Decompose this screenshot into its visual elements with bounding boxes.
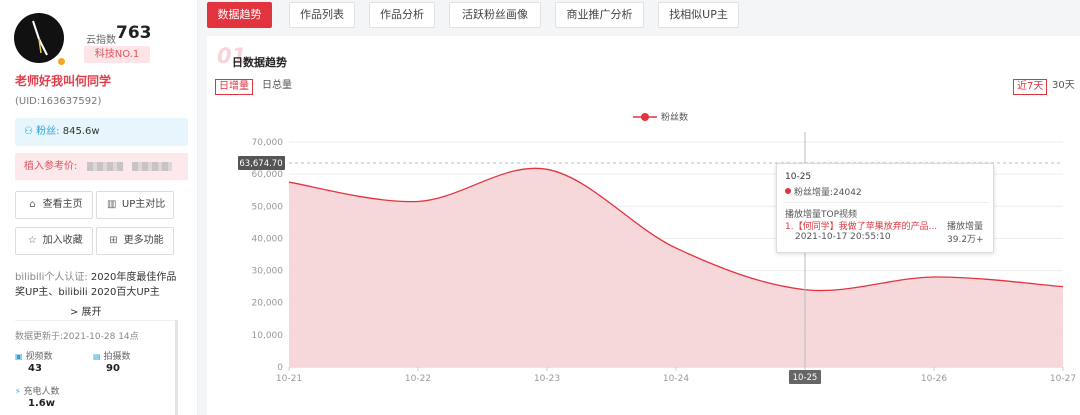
cert-line2: 奖UP主、bilibili 2020百大UP主 — [15, 287, 160, 298]
compare-up-button[interactable]: ▥ UP主对比 — [96, 191, 174, 219]
certification: bilibili个人认证: 2020年度最佳作品 奖UP主、bilibili 2… — [15, 270, 187, 300]
verified-badge-icon — [56, 56, 67, 67]
tab-works-analysis[interactable]: 作品分析 — [369, 2, 435, 28]
fans-icon: ⚇ — [24, 126, 33, 137]
quote-box: 植入参考价: — [15, 153, 188, 180]
button-label: 更多功能 — [123, 235, 164, 246]
view-homepage-button[interactable]: ⌂ 查看主页 — [15, 191, 93, 219]
button-label: UP主对比 — [121, 199, 166, 210]
trend-panel: 01 日数据趋势 日增量 日总量 近7天 30天 0 10,000 20,000 30… — [207, 36, 1080, 415]
divider — [15, 320, 175, 321]
charge-count-value: 1.6w — [28, 398, 55, 409]
star-icon: ☆ — [27, 235, 37, 246]
chart-tooltip: 10-25 粉丝增量:24042 播放增量TOP视频 1.【何同学】我做了苹果放… — [776, 163, 994, 253]
app-root: 云指数 763 科技NO.1 老师好我叫何同学 (UID:163637592) … — [0, 0, 1080, 415]
tab-data-trend[interactable]: 数据趋势 — [207, 2, 272, 28]
video-count-value: 43 — [28, 363, 42, 374]
tab-similar-up[interactable]: 找相似UP主 — [658, 2, 739, 28]
blurred-price — [131, 161, 172, 171]
fans-box: ⚇ 粉丝: 845.6w — [15, 118, 188, 146]
x-tick-label: 10-27 — [1050, 374, 1076, 384]
x-tick-label: 10-23 — [534, 374, 560, 384]
y-tick-label: 50,000 — [252, 202, 284, 212]
compare-icon: ▥ — [106, 199, 117, 210]
tab-works-list[interactable]: 作品列表 — [289, 2, 355, 28]
y-tick-label: 60,000 — [252, 170, 284, 180]
legend-marker — [641, 113, 649, 121]
quote-label: 植入参考价: — [24, 161, 78, 172]
avatar[interactable] — [14, 13, 64, 63]
fans-label: 粉丝: — [36, 126, 60, 137]
lightning-icon: ⚡ — [15, 387, 21, 396]
cursor-x-label: 10-25 — [793, 373, 818, 383]
y-tick-label: 30,000 — [252, 267, 284, 277]
shoot-count-label: ▤ 拍摄数 — [93, 352, 131, 362]
fans-value: 845.6w — [62, 126, 100, 137]
tooltip-play-label: 播放增量 — [947, 222, 984, 232]
shoot-count-value: 90 — [106, 363, 120, 374]
x-tick-label: 10-26 — [921, 374, 947, 384]
y-tick-label: 10,000 — [252, 331, 284, 341]
x-tick-label: 10-21 — [276, 374, 302, 384]
sidebar: 云指数 763 科技NO.1 老师好我叫何同学 (UID:163637592) … — [0, 0, 198, 415]
y-tick-label: 20,000 — [252, 299, 284, 309]
button-label: 加入收藏 — [42, 235, 83, 246]
button-label: 查看主页 — [42, 199, 83, 210]
video-icon: ▣ — [15, 352, 23, 361]
legend-label: 粉丝数 — [661, 111, 688, 123]
cert-line1: 2020年度最佳作品 — [90, 272, 177, 283]
rank-badge: 科技NO.1 — [84, 46, 150, 63]
home-icon: ⌂ — [29, 199, 36, 210]
more-functions-button[interactable]: ⊞ 更多功能 — [96, 227, 174, 255]
tooltip-video-title[interactable]: 1.【何同学】我做了苹果放弃的产品... — [785, 219, 937, 232]
series-dot-icon — [785, 188, 791, 194]
charge-count-label: ⚡ 充电人数 — [15, 387, 60, 397]
expand-link[interactable]: > 展开 — [70, 303, 102, 318]
uid: (UID:163637592) — [15, 96, 102, 107]
tooltip-date: 10-25 — [785, 172, 812, 182]
y-tick-label: 0 — [277, 363, 283, 373]
tab-fans-profile[interactable]: 活跃粉丝画像 — [449, 2, 541, 28]
y-tick-label: 70,000 — [252, 138, 284, 148]
clock-icon — [32, 20, 48, 56]
tooltip-divider — [783, 202, 989, 203]
video-count-label: ▣ 视频数 — [15, 352, 53, 362]
tooltip-play-value: 39.2万+ — [947, 235, 984, 245]
tooltip-fans: 粉丝增量:24042 — [794, 188, 862, 198]
grid-icon: ⊞ — [109, 235, 118, 246]
cursor-y-label: 63,674.70 — [239, 159, 282, 169]
cert-label: bilibili个人认证: — [15, 272, 88, 283]
tab-commercial-analysis[interactable]: 商业推广分析 — [555, 2, 644, 28]
username[interactable]: 老师好我叫何同学 — [15, 72, 111, 89]
tooltip-video-time: 2021-10-17 20:55:10 — [795, 232, 891, 242]
x-tick-label: 10-22 — [405, 374, 431, 384]
scrollbar[interactable] — [175, 320, 178, 415]
add-favorite-button[interactable]: ☆ 加入收藏 — [15, 227, 93, 255]
update-time: 数据更新于:2021-10-28 14点 — [15, 332, 139, 342]
document-icon: ▤ — [93, 352, 101, 361]
cloud-index-label: 云指数 — [86, 35, 116, 46]
y-tick-label: 40,000 — [252, 234, 284, 244]
blurred-price — [86, 161, 123, 171]
cloud-index-value: 763 — [116, 23, 152, 43]
x-tick-label: 10-24 — [663, 374, 689, 384]
